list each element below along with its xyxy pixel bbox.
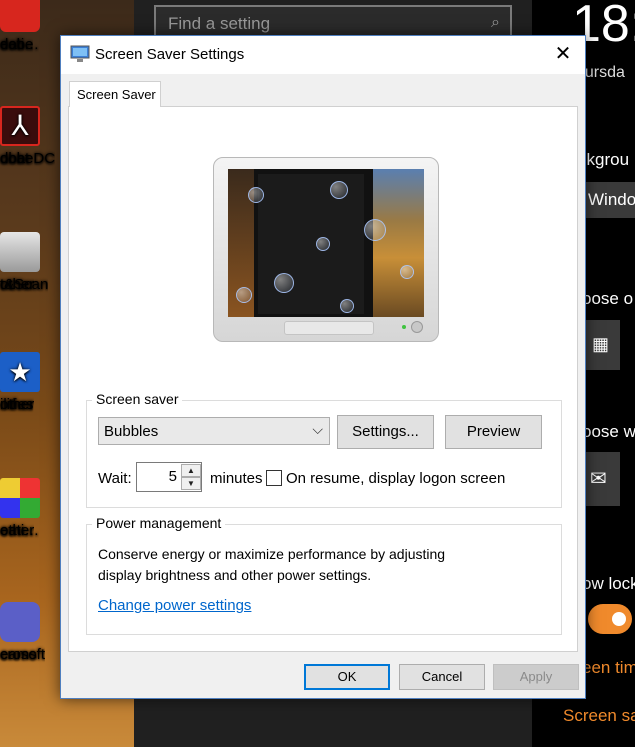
power-led <box>402 325 406 329</box>
desktop-icon-brother-creative[interactable]: other eati… <box>0 478 62 539</box>
resume-logon-checkbox[interactable] <box>266 470 282 486</box>
bubble <box>364 219 386 241</box>
mail-app-button[interactable]: ✉ <box>584 452 620 506</box>
show-lock-toggle[interactable] <box>588 604 632 634</box>
power-description-line1: Conserve energy or maximize performance … <box>98 546 446 562</box>
power-description-line2: display brightness and other power setti… <box>98 567 372 583</box>
screen-saver-group-title: Screen saver <box>92 391 183 407</box>
desktop-icon-label: obat DC <box>0 150 56 167</box>
screen-saver-select[interactable]: Bubbles ⌵ <box>98 417 330 445</box>
search-placeholder: Find a setting <box>168 14 271 33</box>
monitor-preview <box>213 157 439 342</box>
desktop-icon-brother-scan[interactable]: other t&Scan <box>0 232 62 293</box>
power-group-title: Power management <box>92 515 226 531</box>
settings-button[interactable]: Settings... <box>337 415 434 449</box>
bubble <box>248 187 264 203</box>
preview-button[interactable]: Preview <box>445 415 542 449</box>
adobe-acrobat-icon: ⅄ <box>0 106 40 146</box>
screen-saver-icon <box>70 45 90 62</box>
wait-label: Wait: <box>98 470 132 487</box>
close-button[interactable]: ✕ <box>541 36 585 74</box>
screen-timeout-link[interactable]: een tim <box>582 658 635 678</box>
desktop-icon-adobe-acrobat[interactable]: ⅄ dobe obat DC <box>0 106 62 167</box>
desktop-icon-adobe-creative[interactable]: dobe eati… <box>0 0 62 53</box>
tab-panel: Screen saver Bubbles ⌵ Settings... Previ… <box>68 106 578 652</box>
preview-settings-window <box>258 174 364 314</box>
creative-center-icon <box>0 478 40 518</box>
desktop-icon-label: eati… <box>0 522 40 539</box>
screen-saver-selected: Bubbles <box>104 423 159 440</box>
screen-saver-dialog: Screen Saver Settings ✕ Screen Saver Scr… <box>60 35 586 699</box>
calendar-icon: ▦ <box>592 334 610 354</box>
dialog-title: Screen Saver Settings <box>95 46 245 63</box>
utilities-icon: ★ <box>0 352 40 392</box>
show-lock-label: ow lock <box>582 574 635 593</box>
preview-screen <box>228 169 424 317</box>
tab-screen-saver[interactable]: Screen Saver <box>69 81 161 107</box>
background-value: Window <box>588 190 635 209</box>
minutes-label: minutes <box>210 470 263 487</box>
mail-icon: ✉ <box>590 468 607 490</box>
stepper-up-icon[interactable]: ▲ <box>181 464 201 477</box>
bubble <box>330 181 348 199</box>
wait-value: 5 <box>168 468 177 485</box>
calendar-app-button[interactable]: ▦ <box>584 320 620 370</box>
resume-logon-label[interactable]: On resume, display logon screen <box>286 470 505 487</box>
desktop-icon-label: t&Scan <box>0 276 49 293</box>
cancel-button[interactable]: Cancel <box>399 664 485 690</box>
search-icon: ⌕ <box>491 14 500 31</box>
choose-status-label: oose w <box>582 422 635 441</box>
apply-button[interactable]: Apply <box>493 664 579 690</box>
bubble <box>400 265 414 279</box>
monitor-base <box>284 321 374 335</box>
bubble <box>316 237 330 251</box>
desktop-icon-brother-utilities[interactable]: ★ other ilities <box>0 352 62 413</box>
adobe-creative-cloud-icon <box>0 0 40 32</box>
bubble <box>340 299 354 313</box>
desktop-icon-label: eams <box>0 646 37 663</box>
choose-app-label: oose o <box>582 289 634 308</box>
bubble <box>236 287 252 303</box>
wait-stepper[interactable]: 5 ▲ ▼ <box>136 462 202 492</box>
power-management-group: Power management Conserve energy or maxi… <box>86 515 562 635</box>
desktop-icon-label: eati… <box>0 36 40 53</box>
monitor-power-icon <box>411 321 423 333</box>
ok-button[interactable]: OK <box>304 664 390 690</box>
printer-icon <box>0 232 40 272</box>
bubble <box>274 273 294 293</box>
screen-saver-group: Screen saver Bubbles ⌵ Settings... Previ… <box>86 391 562 508</box>
chevron-down-icon: ⌵ <box>312 421 323 437</box>
desktop-icon-microsoft-teams[interactable]: crosoft eams <box>0 602 62 663</box>
teams-icon <box>0 602 40 642</box>
title-bar[interactable]: Screen Saver Settings ✕ <box>61 36 585 74</box>
change-power-settings-link[interactable]: Change power settings <box>98 597 251 614</box>
stepper-down-icon[interactable]: ▼ <box>181 477 201 490</box>
screen-saver-link[interactable]: Screen sa <box>563 706 635 726</box>
preview-wallpaper <box>373 169 424 317</box>
background-dropdown[interactable]: Window <box>584 182 635 218</box>
desktop-icon-label: ilities <box>0 396 34 413</box>
